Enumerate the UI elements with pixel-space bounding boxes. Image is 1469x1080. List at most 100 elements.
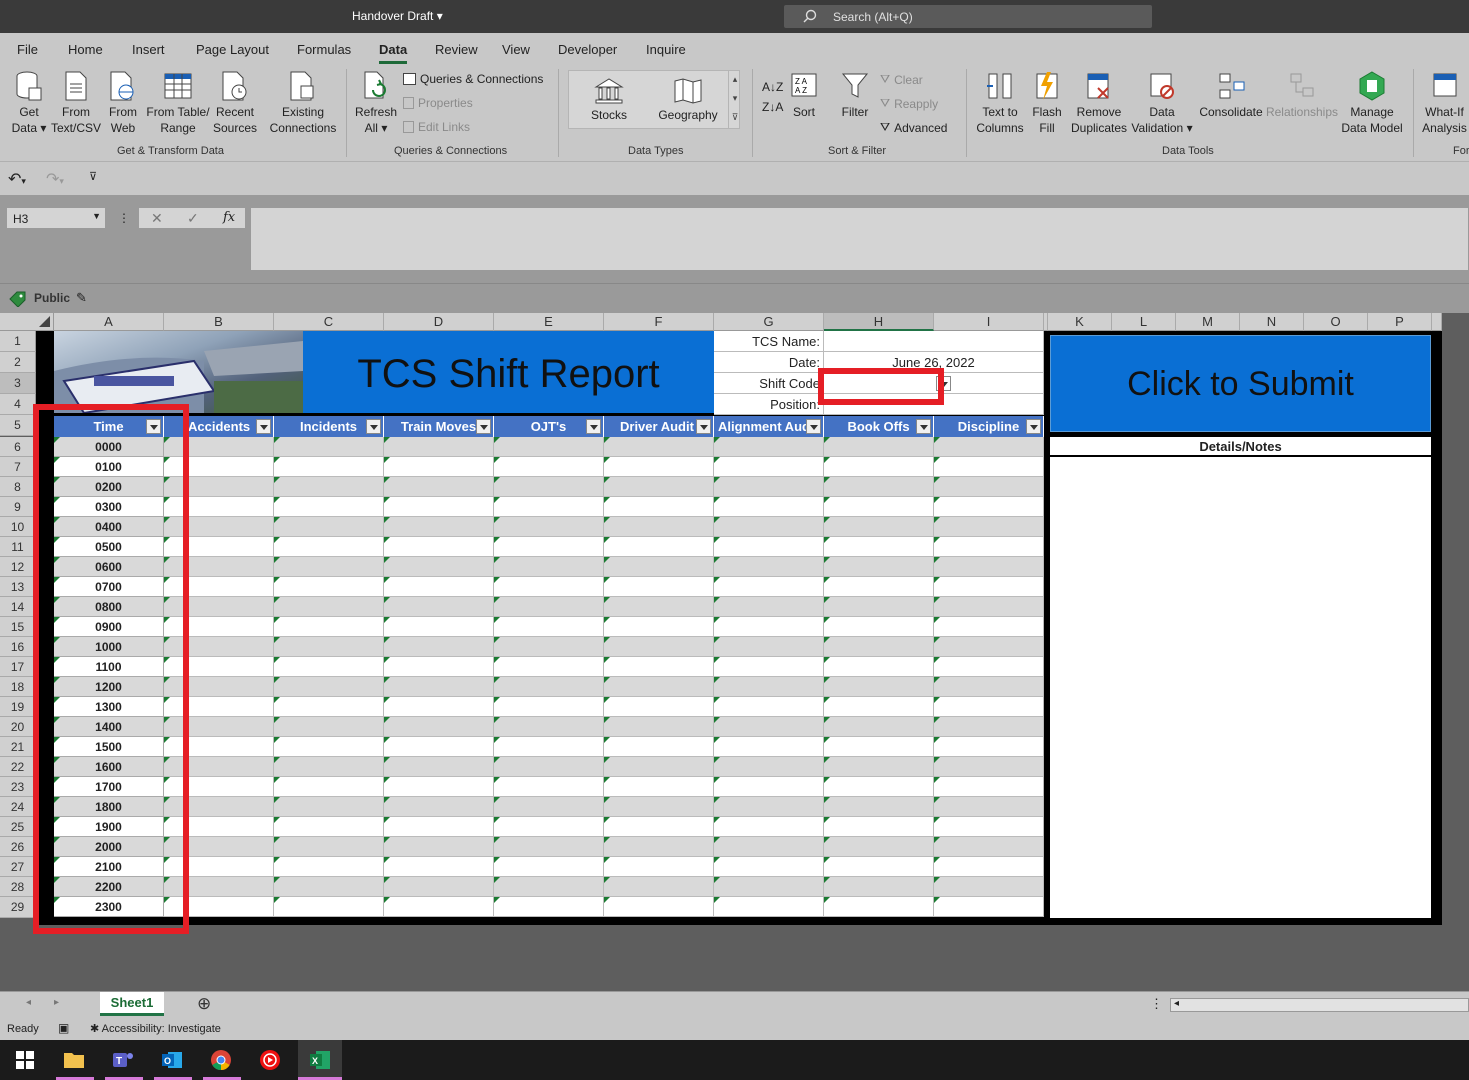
advanced-filter-button[interactable]: ⛛ Advanced [880, 120, 947, 135]
geography-button[interactable]: Geography [655, 77, 721, 123]
filter-dropdown-icon[interactable] [1026, 419, 1041, 434]
table-cell[interactable] [274, 537, 384, 557]
table-cell[interactable] [274, 817, 384, 837]
table-cell[interactable] [274, 557, 384, 577]
row-header[interactable]: 19 [0, 697, 36, 717]
column-header-m[interactable]: M [1176, 313, 1240, 331]
table-cell[interactable] [274, 757, 384, 777]
table-cell[interactable] [274, 517, 384, 537]
table-cell[interactable] [494, 557, 604, 577]
table-cell[interactable] [274, 497, 384, 517]
chrome-icon[interactable] [209, 1048, 233, 1072]
what-if-analysis-button[interactable]: What-If Analysis [1420, 70, 1469, 136]
table-cell[interactable] [494, 577, 604, 597]
get-data-button[interactable]: Get Data ▾ [6, 70, 52, 136]
row-header[interactable]: 27 [0, 857, 36, 877]
table-cell[interactable] [604, 837, 714, 857]
column-header-g[interactable]: G [714, 313, 824, 331]
row-header[interactable]: 18 [0, 677, 36, 697]
remove-duplicates-button[interactable]: Remove Duplicates [1068, 70, 1130, 136]
manage-data-model-button[interactable]: Manage Data Model [1340, 70, 1404, 136]
filter-dropdown-icon[interactable] [366, 419, 381, 434]
table-cell[interactable] [274, 737, 384, 757]
table-cell[interactable] [274, 897, 384, 917]
from-table-range-button[interactable]: From Table/Range [144, 70, 212, 136]
row-header[interactable]: 6 [0, 437, 36, 457]
existing-connections-button[interactable]: Existing Connections [266, 70, 340, 136]
column-header-p[interactable]: P [1368, 313, 1432, 331]
insert-function-icon[interactable]: fx [223, 210, 235, 225]
table-cell[interactable] [384, 437, 494, 457]
select-all-corner[interactable] [0, 313, 54, 331]
table-cell[interactable] [824, 637, 934, 657]
table-cell[interactable] [824, 817, 934, 837]
table-cell[interactable] [714, 577, 824, 597]
table-cell[interactable] [494, 837, 604, 857]
table-cell[interactable] [604, 637, 714, 657]
table-cell[interactable] [934, 617, 1044, 637]
table-cell[interactable] [714, 437, 824, 457]
table-cell[interactable] [934, 677, 1044, 697]
table-cell[interactable] [824, 797, 934, 817]
table-cell[interactable] [824, 877, 934, 897]
filter-dropdown-icon[interactable] [586, 419, 601, 434]
table-cell[interactable] [714, 477, 824, 497]
table-cell[interactable] [494, 817, 604, 837]
table-cell[interactable] [604, 857, 714, 877]
table-cell[interactable] [934, 497, 1044, 517]
table-cell[interactable] [824, 577, 934, 597]
tab-home[interactable]: Home [68, 42, 103, 57]
filter-dropdown-icon[interactable] [256, 419, 271, 434]
macro-record-icon[interactable]: ▣ [58, 1021, 69, 1035]
column-header-k[interactable]: K [1048, 313, 1112, 331]
table-cell[interactable] [494, 537, 604, 557]
table-header-book-offs[interactable]: Book Offs [824, 416, 934, 437]
row-header[interactable]: 8 [0, 477, 36, 497]
search-box[interactable]: Search (Alt+Q) [784, 5, 1152, 28]
row-header[interactable]: 16 [0, 637, 36, 657]
excel-icon[interactable]: X [308, 1048, 332, 1072]
table-cell[interactable] [384, 577, 494, 597]
document-title[interactable]: Handover Draft ▾ [352, 9, 443, 23]
table-cell[interactable] [604, 437, 714, 457]
table-cell[interactable] [934, 777, 1044, 797]
reapply-filter-button[interactable]: ⛛ Reapply [880, 96, 938, 111]
table-cell[interactable] [934, 597, 1044, 617]
table-cell[interactable] [604, 517, 714, 537]
row-header[interactable]: 24 [0, 797, 36, 817]
more-options-icon[interactable]: ⋮ [1150, 996, 1163, 1012]
tab-formulas[interactable]: Formulas [297, 42, 351, 57]
column-header-l[interactable]: L [1112, 313, 1176, 331]
table-cell[interactable] [824, 777, 934, 797]
table-cell[interactable] [494, 497, 604, 517]
table-cell[interactable] [824, 537, 934, 557]
table-cell[interactable] [494, 597, 604, 617]
table-cell[interactable] [384, 777, 494, 797]
table-cell[interactable] [824, 437, 934, 457]
table-cell[interactable] [934, 857, 1044, 877]
table-cell[interactable] [604, 617, 714, 637]
table-cell[interactable] [494, 477, 604, 497]
table-cell[interactable] [274, 657, 384, 677]
row-header[interactable]: 2 [0, 352, 36, 373]
table-cell[interactable] [934, 517, 1044, 537]
table-cell[interactable] [384, 717, 494, 737]
table-cell[interactable] [274, 677, 384, 697]
table-cell[interactable] [824, 557, 934, 577]
row-header[interactable]: 4 [0, 394, 36, 415]
table-cell[interactable] [604, 597, 714, 617]
queries-connections-button[interactable]: Queries & Connections [403, 72, 543, 86]
table-cell[interactable] [384, 597, 494, 617]
table-cell[interactable] [714, 857, 824, 877]
horizontal-scrollbar[interactable]: ◂ [1170, 998, 1469, 1012]
table-cell[interactable] [274, 777, 384, 797]
table-cell[interactable] [274, 717, 384, 737]
row-header[interactable]: 26 [0, 837, 36, 857]
table-cell[interactable] [604, 677, 714, 697]
table-cell[interactable] [384, 817, 494, 837]
tab-insert[interactable]: Insert [132, 42, 165, 57]
tab-view[interactable]: View [502, 42, 530, 57]
row-header[interactable]: 22 [0, 757, 36, 777]
table-cell[interactable] [274, 797, 384, 817]
table-cell[interactable] [494, 517, 604, 537]
